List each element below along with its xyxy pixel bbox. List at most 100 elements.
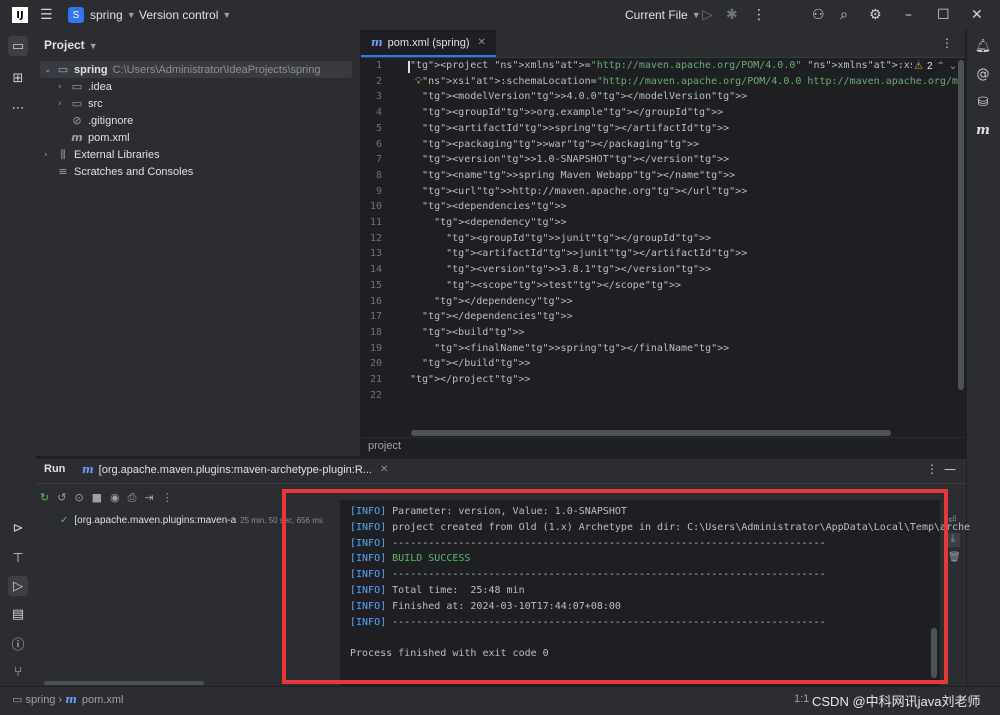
structure-icon[interactable]: ⊞ — [8, 68, 28, 88]
code-line: "tg"></dependency"tg">> — [434, 295, 573, 307]
close-icon[interactable]: ✕ — [971, 0, 983, 30]
project-panel-title[interactable]: Project ▼ — [44, 38, 98, 52]
folder-icon: ▭ — [57, 63, 69, 76]
scratches-icon: ≡ — [58, 165, 68, 178]
tab-pom-xml[interactable]: m pom.xml (spring) ✕ — [361, 30, 496, 57]
tree-item-gitignore[interactable]: ⊘ .gitignore — [70, 112, 133, 129]
line-number: 4 — [375, 107, 382, 119]
chevron-down-icon: ⌄ — [44, 64, 52, 75]
status-crumb-project: spring — [25, 694, 56, 706]
settings-icon[interactable]: ⚙ — [869, 0, 882, 30]
intention-bulb-icon[interactable]: 💡︎ — [415, 76, 422, 87]
chevron-down-icon[interactable]: ⌄ — [949, 61, 957, 72]
line-number-gutter: 1 2 3 4 5 6 7 8 9 10 11 12 13 14 15 16 17 18 19 20 21 22 — [356, 60, 386, 410]
breadcrumb-project[interactable]: project — [368, 440, 401, 452]
scroll-to-end-icon[interactable]: ⤓ — [946, 533, 960, 547]
inspection-widget[interactable]: ⚠ 2 ⌃ ⌄ — [912, 61, 960, 72]
editor-horizontal-scrollbar[interactable] — [411, 430, 891, 436]
code-line: "tg"><artifactId"tg">>junit"tg"></artifa… — [446, 248, 748, 260]
csdn-watermark: CSDN @中科网讯java刘老师 — [812, 694, 981, 709]
terminal-icon[interactable]: ▤ — [8, 604, 28, 624]
status-breadcrumb[interactable]: ▭ spring › m pom.xml — [12, 693, 123, 706]
line-number: 18 — [369, 326, 382, 338]
export-icon[interactable]: ⇥ — [144, 491, 153, 505]
maximize-icon[interactable]: ☐ — [937, 0, 950, 30]
show-icon[interactable]: ◉ — [110, 491, 120, 505]
tree-item-scratches[interactable]: ≡ Scratches and Consoles — [56, 163, 193, 180]
ai-assistant-icon[interactable]: @ — [973, 64, 993, 84]
notifications-icon[interactable]: 🔔︎ — [973, 36, 993, 56]
hide-panel-icon[interactable]: — — [944, 462, 956, 476]
stop-icon[interactable]: ■ — [92, 491, 102, 505]
screenshot-icon[interactable]: ⎙ — [128, 491, 137, 505]
close-tab-icon[interactable]: ✕ — [380, 464, 388, 475]
code-line: "tg"><packaging"tg">>war"tg"></packaging… — [422, 138, 700, 150]
main-menu-icon[interactable]: ☰ — [40, 0, 53, 30]
services-icon[interactable]: ⊳ — [8, 518, 28, 538]
tree-item-external-libraries[interactable]: › ⫼ External Libraries — [44, 146, 160, 163]
project-tool-icon[interactable]: ▭ — [8, 36, 28, 56]
tree-item-spring[interactable]: ⌄ ▭ spring C:\Users\Administrator\IdeaPr… — [44, 61, 320, 78]
git-icon[interactable]: ⑂ — [8, 662, 28, 682]
run-toolbar-more-icon[interactable]: ⋮ — [162, 491, 173, 505]
minimize-icon[interactable]: – — [905, 0, 912, 30]
line-number: 20 — [369, 358, 382, 370]
warning-count: 2 — [926, 61, 933, 72]
maven-tool-icon[interactable]: m — [973, 120, 993, 140]
run-config-label: Current File — [625, 8, 688, 22]
line-number: 1 — [375, 60, 382, 71]
run-more-icon[interactable]: ⋮ — [926, 462, 938, 476]
chevron-right-icon: › — [58, 98, 62, 109]
tree-item-src[interactable]: › ▭ src — [58, 95, 103, 112]
chevron-right-icon: › — [58, 81, 62, 92]
chevron-up-icon[interactable]: ⌃ — [937, 61, 945, 72]
tree-item-idea[interactable]: › ▭ .idea — [58, 78, 112, 95]
right-tool-strip: 🔔︎ @ ⛁ m — [966, 30, 1000, 686]
tree-item-label: .idea — [88, 80, 112, 93]
caret-position[interactable]: 1:1 — [794, 693, 809, 705]
more-icon[interactable]: ⋮ — [752, 0, 766, 30]
run-icon[interactable]: ▷ — [702, 0, 713, 30]
soft-wrap-icon[interactable]: ⏎ — [948, 515, 956, 526]
divider — [36, 483, 966, 484]
project-name: spring — [90, 8, 123, 22]
code-line: "tg"><version"tg">>3.8.1"tg"></version"t… — [446, 264, 712, 276]
run-tree-scrollbar[interactable] — [44, 681, 204, 685]
close-tab-icon[interactable]: ✕ — [478, 37, 486, 48]
line-number: 13 — [369, 248, 382, 260]
add-user-icon[interactable]: ⚇ — [812, 0, 825, 30]
code-line: "tg"><dependencies"tg">> — [422, 201, 567, 213]
line-number: 10 — [369, 201, 382, 213]
build-icon[interactable]: ⊤ — [8, 548, 28, 568]
code-content[interactable]: "tg"><project "ns">xmlns"at">="http://ma… — [410, 60, 962, 410]
line-number: 16 — [369, 295, 382, 307]
run-tab[interactable]: m [org.apache.maven.plugins:maven-archet… — [82, 463, 388, 476]
line-number: 8 — [375, 169, 382, 181]
vcs-menu[interactable]: Version control ▼ — [139, 0, 231, 30]
more-tools-icon[interactable]: ⋯ — [8, 98, 28, 118]
editor-more-icon[interactable]: ⋮ — [941, 36, 953, 50]
line-number: 19 — [369, 342, 382, 354]
run-panel-title: Run — [44, 463, 66, 475]
tree-item-pom[interactable]: m pom.xml — [70, 129, 129, 146]
clear-console-icon[interactable]: 🗑︎ — [948, 552, 961, 563]
tree-item-label: Scratches and Consoles — [74, 165, 194, 178]
ide-logo[interactable]: IJ — [12, 0, 28, 30]
vcs-label: Version control — [139, 8, 219, 22]
rerun-failed-icon[interactable]: ↺ — [57, 491, 66, 505]
code-line: "tg"><name"tg">>spring Maven Webapp"tg">… — [422, 169, 736, 181]
run-tool-icon[interactable]: ▷ — [8, 576, 28, 596]
debug-icon[interactable]: ✱ — [726, 0, 738, 30]
rerun-icon[interactable]: ↻ — [40, 491, 49, 505]
editor-vertical-scrollbar[interactable] — [958, 60, 964, 390]
problems-icon[interactable]: ⓘ — [8, 633, 28, 653]
search-icon[interactable]: ⌕ — [840, 0, 848, 30]
chevron-down-icon: ▼ — [88, 41, 98, 51]
tree-item-label: spring — [74, 63, 108, 76]
project-switcher[interactable]: S spring ▼ — [68, 0, 136, 30]
line-number: 17 — [369, 311, 382, 323]
toggle-icon[interactable]: ⊙ — [74, 491, 83, 505]
editor-tab-bar: m pom.xml (spring) ✕ ⋮ — [361, 30, 965, 58]
database-icon[interactable]: ⛁ — [973, 92, 993, 112]
run-config-selector[interactable]: Current File ▼ — [625, 0, 701, 30]
